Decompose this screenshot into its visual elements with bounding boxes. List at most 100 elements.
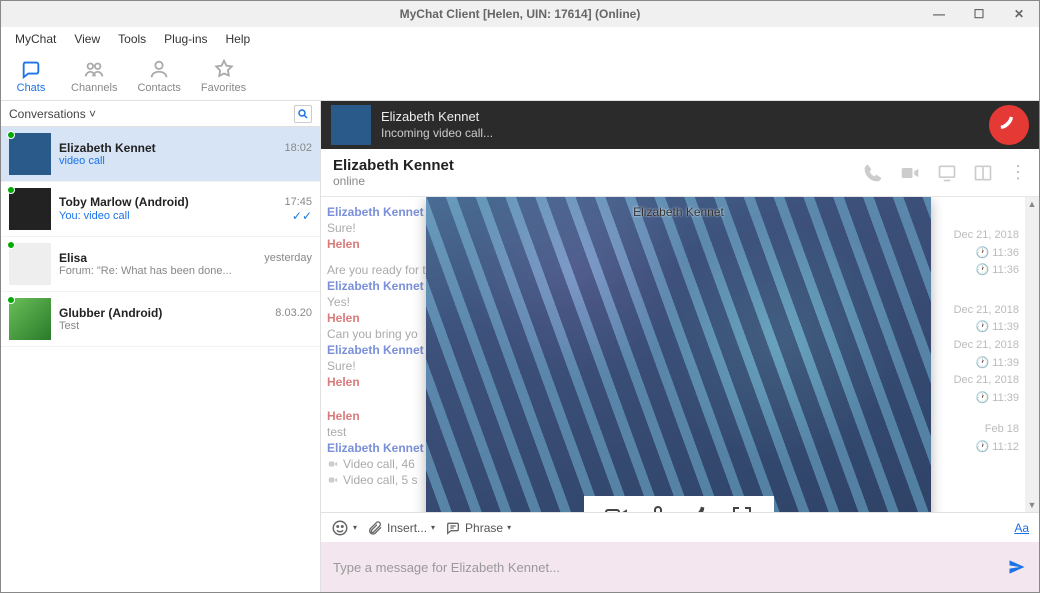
- date-label: Dec 21, 2018: [954, 372, 1019, 390]
- star-icon: [213, 58, 235, 80]
- status-dot: [7, 131, 15, 139]
- conversation-item[interactable]: Elisa yesterday Forum: "Re: What has been…: [1, 237, 320, 292]
- conversation-name: Elizabeth Kennet: [59, 141, 156, 155]
- toolbar-chats[interactable]: Chats: [11, 58, 51, 94]
- contacts-icon: [148, 58, 170, 80]
- date-label: Dec 21, 2018: [954, 227, 1019, 245]
- video-feed: [426, 197, 931, 512]
- conversations-label[interactable]: Conversations ˅: [9, 107, 96, 121]
- read-receipt-icon: ✓✓: [292, 209, 312, 223]
- voice-call-button[interactable]: [863, 163, 883, 183]
- conversation-time: yesterday: [264, 252, 312, 264]
- incoming-avatar: [331, 105, 371, 145]
- conversation-name: Elisa: [59, 251, 87, 265]
- video-call-button[interactable]: [899, 163, 921, 183]
- chevron-down-icon: ▾: [353, 523, 357, 532]
- video-call-window[interactable]: Elizabeth Kennet 00:04:06: [426, 197, 931, 512]
- emoji-button[interactable]: ▾: [331, 519, 357, 537]
- incoming-caller-name: Elizabeth Kennet: [381, 109, 979, 126]
- time-label: 11:39: [992, 357, 1019, 369]
- incoming-call-banner: Elizabeth Kennet Incoming video call...: [321, 101, 1039, 149]
- window-maximize-button[interactable]: ☐: [959, 1, 999, 27]
- menu-bar: MyChat View Tools Plug-ins Help: [1, 27, 1039, 51]
- toggle-mic-button[interactable]: [646, 504, 670, 512]
- conversation-time: 8.03.20: [275, 307, 312, 319]
- toolbar-contacts[interactable]: Contacts: [137, 58, 180, 94]
- hangup-button[interactable]: [688, 504, 712, 512]
- timestamp-column: Dec 21, 2018 🕐 11:36 🕐 11:36 Dec 21, 201…: [954, 227, 1019, 457]
- decline-call-button[interactable]: [989, 105, 1029, 145]
- conversation-name: Toby Marlow (Android): [59, 195, 189, 209]
- scroll-up-arrow[interactable]: ▲: [1025, 197, 1039, 211]
- screen-share-button[interactable]: [937, 163, 957, 183]
- camera-icon: [327, 459, 339, 469]
- conversation-item[interactable]: Glubber (Android)8.03.20 Test: [1, 292, 320, 347]
- toolbar-chats-label: Chats: [17, 82, 46, 94]
- avatar: [9, 298, 51, 340]
- message-text: Video call, 5 s: [343, 473, 418, 487]
- toolbar-favorites[interactable]: Favorites: [201, 58, 246, 94]
- message-placeholder: Type a message for Elizabeth Kennet...: [333, 560, 560, 575]
- toolbar-favorites-label: Favorites: [201, 82, 246, 94]
- conversation-item[interactable]: Toby Marlow (Android) 17:45 You: video ca…: [1, 182, 320, 237]
- menu-help[interactable]: Help: [218, 29, 259, 49]
- message-input[interactable]: Type a message for Elizabeth Kennet...: [321, 542, 1039, 592]
- main-toolbar: Chats Channels Contacts Favorites: [1, 51, 1039, 101]
- insert-label: Insert...: [387, 521, 427, 535]
- window-minimize-button[interactable]: —: [919, 1, 959, 27]
- chat-body: Elizabeth Kennet Sure! Helen Are you rea…: [321, 197, 1039, 512]
- status-dot: [7, 186, 15, 194]
- chat-contact-status: online: [333, 174, 454, 188]
- time-label: 11:39: [992, 392, 1019, 404]
- message-text: Video call, 46: [343, 457, 415, 471]
- avatar: [9, 133, 51, 175]
- time-label: 11:39: [992, 321, 1019, 333]
- search-button[interactable]: [294, 105, 312, 123]
- conversation-list: Elizabeth Kennet 18:02 video call Toby Ma…: [1, 127, 320, 592]
- window-title: MyChat Client [Helen, UIN: 17614] (Onlin…: [400, 7, 641, 21]
- window-titlebar: MyChat Client [Helen, UIN: 17614] (Onlin…: [1, 1, 1039, 27]
- avatar: [9, 243, 51, 285]
- attach-button[interactable]: Insert... ▾: [367, 520, 435, 536]
- more-options-button[interactable]: ⋮: [1009, 162, 1027, 183]
- compose-toolbar: ▾ Insert... ▾ Phrase ▾ Aa: [321, 512, 1039, 542]
- conversation-time: 18:02: [284, 142, 312, 154]
- date-label: Dec 21, 2018: [954, 302, 1019, 320]
- conversation-snippet: You: video call: [59, 210, 130, 222]
- menu-tools[interactable]: Tools: [110, 29, 154, 49]
- conversation-item[interactable]: Elizabeth Kennet 18:02 video call: [1, 127, 320, 182]
- chat-icon: [20, 58, 42, 80]
- phrase-button[interactable]: Phrase ▾: [445, 520, 511, 536]
- fullscreen-button[interactable]: [730, 504, 754, 512]
- camera-icon: [327, 475, 339, 485]
- toggle-camera-button[interactable]: [604, 504, 628, 512]
- avatar: [9, 188, 51, 230]
- conversation-snippet: Forum: "Re: What has been done...: [59, 265, 312, 277]
- video-caller-name: Elizabeth Kennet: [633, 205, 724, 219]
- window-close-button[interactable]: ✕: [999, 1, 1039, 27]
- status-dot: [7, 241, 15, 249]
- status-dot: [7, 296, 15, 304]
- scroll-down-arrow[interactable]: ▼: [1025, 498, 1039, 512]
- time-label: 11:36: [992, 247, 1019, 259]
- menu-mychat[interactable]: MyChat: [7, 29, 64, 49]
- send-button[interactable]: [1007, 557, 1027, 577]
- conversation-name: Glubber (Android): [59, 306, 162, 320]
- chevron-down-icon: ▾: [507, 523, 511, 532]
- video-controls: 00:04:06: [584, 496, 774, 512]
- toolbar-channels[interactable]: Channels: [71, 58, 117, 94]
- menu-plugins[interactable]: Plug-ins: [156, 29, 215, 49]
- chat-header: Elizabeth Kennet online ⋮: [321, 149, 1039, 197]
- conversation-snippet: video call: [59, 155, 312, 167]
- conversations-header: Conversations ˅: [1, 101, 320, 127]
- menu-view[interactable]: View: [66, 29, 108, 49]
- toolbar-contacts-label: Contacts: [137, 82, 180, 94]
- chat-scrollbar[interactable]: ▲ ▼: [1025, 197, 1039, 512]
- time-label: 11:36: [992, 264, 1019, 276]
- phrase-label: Phrase: [465, 521, 503, 535]
- date-label: Feb 18: [954, 421, 1019, 439]
- conversation-time: 17:45: [284, 196, 312, 208]
- format-button[interactable]: Aa: [1014, 521, 1029, 535]
- split-view-button[interactable]: [973, 163, 993, 183]
- chevron-down-icon: ▾: [431, 523, 435, 532]
